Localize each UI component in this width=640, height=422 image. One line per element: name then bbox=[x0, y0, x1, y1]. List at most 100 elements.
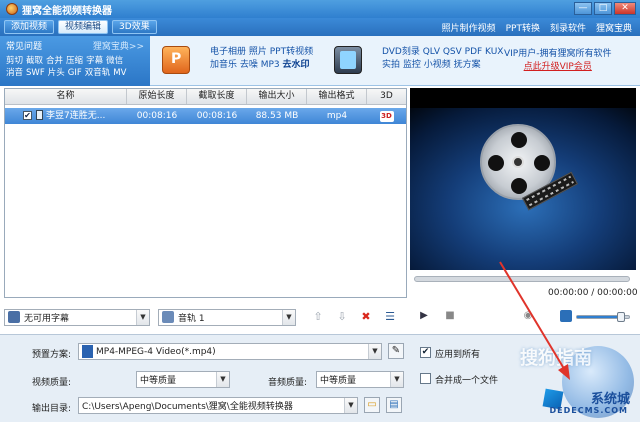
window-title: 狸窝全能视频转换器 bbox=[22, 5, 112, 17]
chevron-down-icon[interactable]: ▼ bbox=[282, 309, 295, 325]
audio-track-value: 音轨 1 bbox=[178, 313, 205, 324]
3d-icon[interactable]: 3D bbox=[379, 111, 394, 122]
output-dir-value: C:\Users\Apeng\Documents\狸窝\全能视频转换器 bbox=[82, 402, 293, 412]
video-quality-select[interactable]: 中等质量 ▼ bbox=[136, 371, 230, 388]
merge-checkbox[interactable] bbox=[420, 373, 431, 384]
faq-link[interactable]: 合并 bbox=[46, 56, 63, 66]
col-output-format[interactable]: 输出格式 bbox=[307, 89, 367, 104]
faq-link[interactable]: 微信 bbox=[106, 56, 123, 66]
video-edit-button[interactable]: 视频编辑 bbox=[58, 20, 109, 34]
video-quality-value: 中等质量 bbox=[140, 376, 177, 386]
play-icon[interactable]: ▶ bbox=[418, 310, 430, 322]
ppt-promo-line2: 加音乐 去噪 MP3 bbox=[210, 60, 280, 70]
open-folder-icon[interactable]: ▤ bbox=[386, 397, 402, 413]
faq-guide-link[interactable]: 狸窝宝典>> bbox=[93, 39, 144, 52]
faq-link[interactable]: 字幕 bbox=[86, 56, 103, 66]
chevron-down-icon[interactable]: ▼ bbox=[216, 372, 229, 387]
volume-icon[interactable] bbox=[560, 310, 572, 322]
faq-link[interactable]: 截取 bbox=[26, 56, 43, 66]
apply-all-checkbox[interactable]: ✔ bbox=[420, 347, 431, 358]
audio-quality-value: 中等质量 bbox=[320, 376, 357, 386]
audio-quality-select[interactable]: 中等质量 ▼ bbox=[316, 371, 404, 388]
volume-slider[interactable] bbox=[576, 312, 630, 322]
clip-length: 00:08:16 bbox=[196, 111, 238, 121]
faq-link[interactable]: 剪切 bbox=[6, 56, 23, 66]
faq-link[interactable]: 消音 bbox=[6, 68, 23, 78]
stop-icon[interactable]: ■ bbox=[444, 310, 456, 322]
site-watermark: 系统城 bbox=[590, 392, 630, 407]
row-checkbox[interactable]: ✔ bbox=[23, 111, 32, 120]
title-bar: 狸窝全能视频转换器 — □ ✕ bbox=[0, 0, 640, 18]
chevron-down-icon[interactable]: ▼ bbox=[368, 344, 381, 359]
ppt-convert-link[interactable]: PPT转换 bbox=[506, 21, 540, 34]
list-settings-icon[interactable]: ☰ bbox=[382, 309, 398, 325]
preset-select[interactable]: MP4-MPEG-4 Video(*.mp4) ▼ bbox=[78, 343, 382, 360]
chevron-down-icon[interactable]: ▼ bbox=[344, 398, 357, 413]
faq-title: 常见问题 bbox=[6, 42, 43, 52]
maximize-button[interactable]: □ bbox=[594, 2, 612, 15]
snapshot-icon[interactable]: ◉ bbox=[522, 310, 534, 322]
add-video-button[interactable]: 添加视频 bbox=[4, 20, 55, 34]
file-list-header: 名称 原始长度 截取长度 输出大小 输出格式 3D bbox=[5, 89, 406, 105]
file-list: 名称 原始长度 截取长度 输出大小 输出格式 3D ✔ 李昱7连胜无... 00… bbox=[4, 88, 407, 298]
subtitle-value: 无可用字幕 bbox=[24, 313, 70, 324]
audio-track-select[interactable]: 音轨 1 ▼ bbox=[158, 308, 296, 326]
preset-settings-icon[interactable]: ✎ bbox=[388, 343, 404, 359]
player-controls: ▶ ■ ◉ bbox=[414, 308, 632, 326]
video-preview bbox=[410, 88, 636, 270]
sogou-watermark: 搜狗指南 bbox=[520, 348, 592, 369]
close-button[interactable]: ✕ bbox=[614, 2, 636, 15]
3d-effect-button[interactable]: 3D效果 bbox=[112, 20, 157, 34]
preset-label: 预置方案: bbox=[32, 350, 72, 360]
preset-value: MP4-MPEG-4 Video(*.mp4) bbox=[96, 346, 216, 357]
faq-link[interactable]: SWF bbox=[26, 68, 45, 78]
faq-link[interactable]: 压缩 bbox=[66, 56, 83, 66]
table-row[interactable]: ✔ 李昱7连胜无... 00:08:16 00:08:16 88.53 MB m… bbox=[5, 108, 406, 124]
dvd-promo-text[interactable]: DVD刻录 QLV QSV PDF KUX 实拍 监控 小视频 抚方案 bbox=[382, 46, 503, 72]
video-quality-label: 视频质量: bbox=[32, 378, 72, 388]
col-output-size[interactable]: 输出大小 bbox=[247, 89, 307, 104]
site-url-watermark: DEDECMS.COM bbox=[549, 406, 628, 415]
time-readout: 00:00:00 / 00:00:00 bbox=[548, 288, 638, 298]
subtitle-select[interactable]: 无可用字幕 ▼ bbox=[4, 308, 150, 326]
promo-strip: 常见问题 狸窝宝典>> 剪切 截取 合并 压缩 字幕 微信 消音 SWF 片头 GIF 双音轨 MV… bbox=[0, 36, 640, 86]
vip-text: VIP用户-拥有狸窝所有软件 bbox=[504, 49, 612, 59]
photo-video-link[interactable]: 照片制作视频 bbox=[442, 21, 496, 34]
col-name[interactable]: 名称 bbox=[5, 89, 127, 104]
output-dir-input[interactable]: C:\Users\Apeng\Documents\狸窝\全能视频转换器 ▼ bbox=[78, 397, 358, 414]
ppt-promo-line1: 电子相册 照片 PPT转视频 bbox=[210, 47, 314, 57]
faq-panel: 常见问题 狸窝宝典>> 剪切 截取 合并 压缩 字幕 微信 消音 SWF 片头 GIF 双音轨 MV bbox=[0, 36, 150, 86]
watermark: 搜狗指南 系统城 DEDECMS.COM bbox=[460, 338, 640, 422]
chevron-down-icon[interactable]: ▼ bbox=[136, 309, 149, 325]
burn-software-link[interactable]: 刻录软件 bbox=[550, 21, 586, 34]
faq-link[interactable]: 片头 bbox=[48, 68, 65, 78]
move-up-icon[interactable]: ⇧ bbox=[310, 309, 326, 325]
col-3d[interactable]: 3D bbox=[367, 89, 406, 104]
faq-link[interactable]: GIF bbox=[68, 68, 82, 78]
menu-bar: 添加视频 视频编辑 3D效果 照片制作视频 PPT转换 刻录软件 狸窝宝典 bbox=[0, 18, 640, 36]
liwo-guide-link[interactable]: 狸窝宝典 bbox=[596, 21, 632, 34]
ppt-icon[interactable] bbox=[162, 46, 190, 74]
vip-upgrade-link[interactable]: 点此升级VIP会员 bbox=[504, 61, 612, 74]
minimize-button[interactable]: — bbox=[574, 2, 592, 15]
ppt-promo-text[interactable]: 电子相册 照片 PPT转视频 加音乐 去噪 MP3 去水印 bbox=[210, 46, 313, 72]
phone-dvd-icon[interactable] bbox=[334, 46, 362, 74]
app-logo-icon bbox=[6, 3, 18, 15]
chevron-down-icon[interactable]: ▼ bbox=[390, 372, 403, 387]
subtitle-icon bbox=[8, 311, 20, 323]
playback-progress[interactable] bbox=[414, 276, 630, 282]
dvd-promo-line2: 实拍 监控 小视频 抚方案 bbox=[382, 60, 481, 70]
col-original-length[interactable]: 原始长度 bbox=[127, 89, 187, 104]
browse-folder-icon[interactable]: ▭ bbox=[364, 397, 380, 413]
delete-icon[interactable]: ✖ bbox=[358, 309, 374, 325]
faq-link[interactable]: 双音轨 bbox=[85, 68, 111, 78]
move-down-icon[interactable]: ⇩ bbox=[334, 309, 350, 325]
remove-watermark-link[interactable]: 去水印 bbox=[283, 60, 310, 70]
col-clip-length[interactable]: 截取长度 bbox=[187, 89, 247, 104]
top-links: 照片制作视频 PPT转换 刻录软件 狸窝宝典 bbox=[442, 21, 632, 34]
output-format: mp4 bbox=[326, 111, 348, 121]
volume-knob[interactable] bbox=[617, 312, 626, 322]
faq-link[interactable]: MV bbox=[113, 68, 126, 78]
output-size: 88.53 MB bbox=[255, 111, 299, 121]
video-file-icon bbox=[36, 110, 43, 120]
